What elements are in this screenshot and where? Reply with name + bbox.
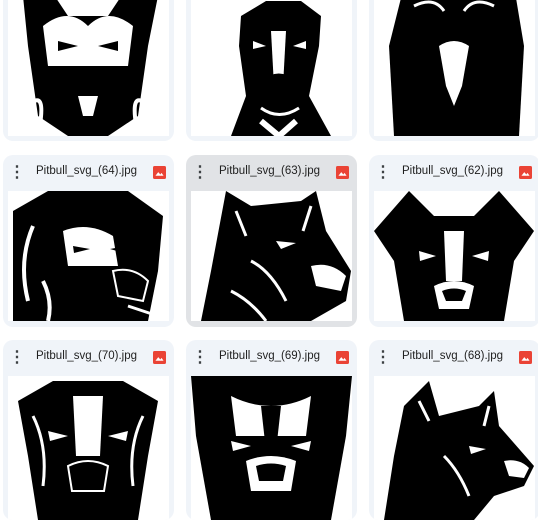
card-header: ⋮ Pitbull_svg_(62).jpg [369, 155, 538, 191]
more-options-button[interactable]: ⋮ [9, 163, 25, 183]
more-options-button[interactable]: ⋮ [192, 163, 208, 183]
card-header: ⋮ Pitbull_svg_(69).jpg [186, 340, 357, 376]
file-name: Pitbull_svg_(63).jpg [218, 165, 320, 177]
file-card[interactable]: ⋮ Pitbull_svg_(62).jpg [369, 155, 538, 327]
file-thumbnail [191, 191, 352, 321]
file-card[interactable] [186, 0, 357, 141]
file-thumbnail [374, 191, 535, 321]
card-header: ⋮ Pitbull_svg_(64).jpg [3, 155, 174, 191]
file-card[interactable] [3, 0, 174, 141]
image-icon [153, 351, 166, 364]
pitbull-thumbnail-image [191, 376, 352, 520]
card-header: ⋮ Pitbull_svg_(63).jpg [186, 155, 357, 191]
file-name: Pitbull_svg_(64).jpg [35, 165, 137, 177]
file-thumbnail [191, 376, 352, 520]
card-header: ⋮ Pitbull_svg_(68).jpg [369, 340, 538, 376]
file-name: Pitbull_svg_(62).jpg [401, 165, 503, 177]
file-thumbnail [8, 191, 169, 321]
pitbull-thumbnail-image [13, 191, 163, 321]
pitbull-thumbnail-image [18, 381, 158, 520]
card-header: ⋮ Pitbull_svg_(70).jpg [3, 340, 174, 376]
pitbull-thumbnail-image [201, 191, 351, 321]
file-card[interactable] [369, 0, 538, 141]
file-name: Pitbull_svg_(68).jpg [401, 350, 503, 362]
image-icon [336, 351, 349, 364]
image-icon [519, 351, 532, 364]
file-thumbnail [8, 0, 169, 136]
file-card[interactable]: ⋮ Pitbull_svg_(68).jpg [369, 340, 538, 520]
pitbull-thumbnail-image [231, 1, 331, 136]
file-card[interactable]: ⋮ Pitbull_svg_(69).jpg [186, 340, 357, 520]
more-options-button[interactable]: ⋮ [192, 348, 208, 368]
file-card[interactable]: ⋮ Pitbull_svg_(70).jpg [3, 340, 174, 520]
more-options-button[interactable]: ⋮ [375, 348, 391, 368]
pitbull-thumbnail-image [384, 381, 534, 520]
file-thumbnail [374, 376, 535, 520]
file-thumbnail [8, 376, 169, 520]
file-name: Pitbull_svg_(70).jpg [35, 350, 137, 362]
pitbull-thumbnail-image [23, 0, 158, 136]
image-icon [153, 166, 166, 179]
file-card[interactable]: ⋮ Pitbull_svg_(63).jpg [186, 155, 357, 327]
more-options-button[interactable]: ⋮ [9, 348, 25, 368]
file-name: Pitbull_svg_(69).jpg [218, 350, 320, 362]
image-icon [519, 166, 532, 179]
file-thumbnail [374, 0, 535, 136]
more-options-button[interactable]: ⋮ [375, 163, 391, 183]
file-card[interactable]: ⋮ Pitbull_svg_(64).jpg [3, 155, 174, 327]
file-thumbnail [191, 0, 352, 136]
pitbull-thumbnail-image [374, 191, 534, 321]
image-icon [336, 166, 349, 179]
pitbull-thumbnail-image [389, 0, 524, 136]
